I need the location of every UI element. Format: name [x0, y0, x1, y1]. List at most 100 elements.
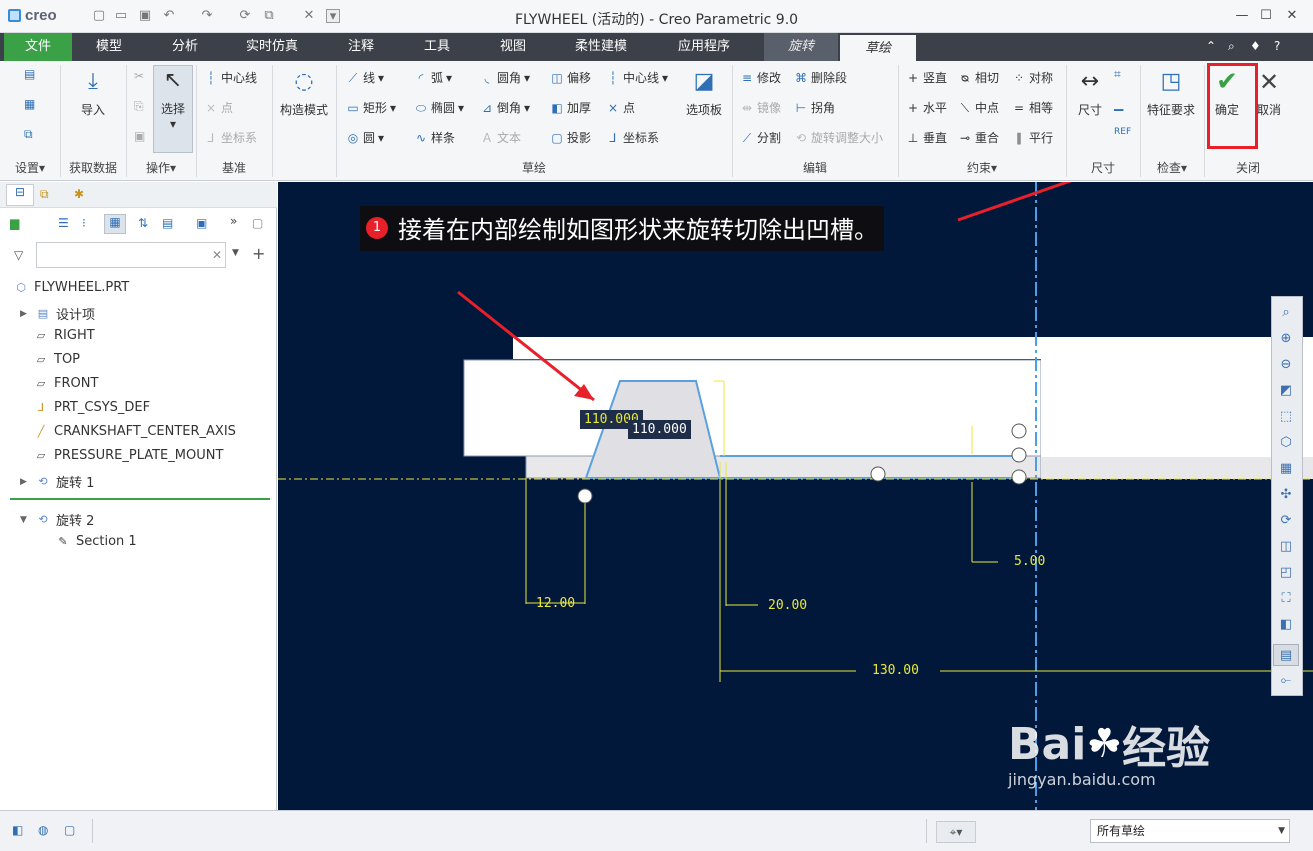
datum-point-button[interactable]: × 点 — [204, 99, 233, 116]
tree-item-csys[interactable]: ⅃ PRT_CSYS_DEF — [34, 400, 150, 415]
tab-applications[interactable]: 应用程序 — [662, 33, 746, 61]
constraint-symbol[interactable] — [1011, 469, 1027, 485]
divide-button[interactable]: ⟋ 分割 — [740, 129, 781, 146]
collapse-ribbon-icon[interactable]: ⌃ — [1206, 39, 1216, 53]
midpoint-button[interactable]: ⟍ 中点 — [958, 99, 999, 116]
add-filter-icon[interactable]: + — [252, 244, 265, 263]
delete-segment-button[interactable]: ⌘ 删除段 — [794, 69, 847, 86]
navigator-toggle-icon[interactable]: ◧ — [12, 823, 23, 837]
reference-icon[interactable]: REF — [1114, 127, 1131, 137]
tab-view[interactable]: 视图 — [484, 33, 542, 61]
import-button[interactable]: ⤓ 导入 — [68, 67, 118, 118]
tab-revolve[interactable]: 旋转 — [764, 33, 838, 61]
paste-icon[interactable]: ▣ — [134, 129, 145, 143]
clear-search-icon[interactable]: ✕ — [212, 248, 222, 262]
tree-filter-icon[interactable]: ⁝ — [82, 216, 86, 230]
palette-button[interactable]: ◪ 选项板 — [680, 67, 728, 118]
dim-label-5[interactable]: 5.00 — [1014, 554, 1045, 569]
sketch-csys-button[interactable]: ⅃ 坐标系 — [606, 129, 659, 146]
symmetric-button[interactable]: ⁘ 对称 — [1012, 69, 1053, 86]
folder-browser-tab-icon[interactable]: ⧉ — [40, 187, 49, 202]
vertical-button[interactable]: + 竖直 — [906, 69, 947, 86]
tree-item-revolve-1[interactable]: ▶ ⟲ 旋转 1 — [20, 472, 94, 491]
fillet-button[interactable]: ◟ 圆角 ▾ — [480, 69, 530, 86]
constraint-symbol[interactable] — [577, 488, 593, 504]
tree-item-section[interactable]: ✎ Section 1 — [56, 534, 136, 549]
find-icon[interactable]: ⌖▾ — [936, 821, 976, 843]
tree-item-front[interactable]: ▱ FRONT — [34, 376, 99, 391]
tree-item-right[interactable]: ▱ RIGHT — [34, 328, 95, 343]
tree-item-plane[interactable]: ▱ PRESSURE_PLATE_MOUNT — [34, 448, 224, 463]
project-button[interactable]: ▢ 投影 — [550, 129, 591, 146]
fullscreen-icon[interactable]: ▢ — [64, 823, 75, 837]
search-dropdown-icon[interactable]: ▼ — [232, 248, 239, 258]
tree-item-part[interactable]: ⬡ FLYWHEEL.PRT — [14, 280, 129, 295]
tree-item-revolve-2[interactable]: ▼ ⟲ 旋转 2 — [20, 510, 94, 529]
tree-item-axis[interactable]: ╱ CRANKSHAFT_CENTER_AXIS — [34, 424, 236, 439]
cancel-button[interactable]: ✕ 取消 — [1252, 67, 1286, 118]
saved-views-icon[interactable]: ⬡ — [1273, 432, 1299, 454]
tab-analysis[interactable]: 分析 — [156, 33, 214, 61]
spin-center-icon[interactable]: ⟳ — [1273, 510, 1299, 532]
ellipse-button[interactable]: ⬭ 椭圆 ▾ — [414, 99, 464, 116]
offset-button[interactable]: ◫ 偏移 — [550, 69, 591, 86]
display-style-icon[interactable]: ⬚ — [1273, 406, 1299, 428]
parallel-button[interactable]: ∥ 平行 — [1012, 129, 1053, 146]
coincident-button[interactable]: ⊸ 重合 — [958, 129, 999, 146]
selection-filter-select[interactable]: 所有草绘 ▼ — [1090, 819, 1290, 843]
sketch-setup-icon[interactable]: ▤ — [24, 67, 35, 81]
dim-label-2[interactable]: 110.000 — [628, 420, 691, 439]
favorites-tab-icon[interactable]: ✱ — [74, 187, 84, 201]
construction-mode-button[interactable]: ◌ 构造模式 — [276, 67, 332, 118]
tree-layers-icon[interactable]: ▤ — [162, 216, 173, 230]
datum-csys-button[interactable]: ⅃ 坐标系 — [204, 129, 257, 146]
group-inspect[interactable]: 检查▾ — [1142, 159, 1202, 176]
perimeter-icon[interactable]: ⌗ — [1114, 67, 1121, 82]
graphics-canvas[interactable]: 110.000 110.000 12.00 20.00 5.00 130.00 … — [278, 182, 1313, 810]
more-icon[interactable]: » — [230, 214, 237, 228]
datum-centerline-button[interactable]: ┆ 中心线 — [204, 69, 257, 86]
chamfer-button[interactable]: ⊿ 倒角 ▾ — [480, 99, 530, 116]
model-tree-tab-icon[interactable]: ⊟ — [6, 184, 34, 206]
refit-icon[interactable]: ⌕ — [1273, 302, 1299, 324]
dim-label-20[interactable]: 20.00 — [768, 598, 807, 613]
zoom-out-icon[interactable]: ⊖ — [1273, 354, 1299, 376]
browser-toggle-icon[interactable]: ◍ — [38, 823, 48, 837]
dim-label-12[interactable]: 12.00 — [536, 596, 575, 611]
datum-display-icon[interactable]: ✣ — [1273, 484, 1299, 506]
insert-indicator[interactable] — [10, 498, 270, 500]
group-operations[interactable]: 操作▾ — [128, 159, 194, 176]
help-icon[interactable]: ? — [1274, 39, 1280, 53]
dim-label-130[interactable]: 130.00 — [872, 663, 919, 678]
tab-model[interactable]: 模型 — [80, 33, 138, 61]
sketch-centerline-button[interactable]: ┆ 中心线 ▾ — [606, 69, 668, 86]
group-settings[interactable]: 设置▾ — [6, 159, 54, 176]
tree-item-top[interactable]: ▱ TOP — [34, 352, 80, 367]
rotate-resize-button[interactable]: ⟲ 旋转调整大小 — [794, 129, 883, 146]
repaint-icon[interactable]: ◩ — [1273, 380, 1299, 402]
tab-flexible-modeling[interactable]: 柔性建模 — [560, 33, 642, 61]
circle-button[interactable]: ◎ 圆 ▾ — [346, 129, 384, 146]
tree-columns-icon[interactable]: ☰ — [58, 216, 69, 230]
tree-search-input[interactable] — [36, 242, 226, 268]
tab-sketch[interactable]: 草绘 — [840, 35, 916, 61]
annotation-display-icon[interactable]: ⛶ — [1273, 588, 1299, 610]
zoom-in-icon[interactable]: ⊕ — [1273, 328, 1299, 350]
sketch-view-icon[interactable]: ⧉ — [24, 127, 33, 142]
cut-icon[interactable]: ✂ — [134, 69, 144, 83]
tree-options-icon[interactable]: ▣ — [196, 216, 207, 230]
community-icon[interactable]: ♦ — [1250, 39, 1261, 53]
tab-annotate[interactable]: 注释 — [330, 33, 392, 61]
text-button[interactable]: A 文本 — [480, 129, 521, 146]
dimension-button[interactable]: ↔ 尺寸 — [1070, 67, 1110, 118]
sketcher-display-icon[interactable]: ▤ — [1273, 644, 1299, 666]
spline-button[interactable]: ∿ 样条 — [414, 129, 455, 146]
line-button[interactable]: ⟋ 线 ▾ — [346, 69, 384, 86]
group-constrain[interactable]: 约束▾ — [900, 159, 1064, 176]
maximize-icon[interactable]: ☐ — [1254, 6, 1278, 26]
sketch-view-icon[interactable]: ◧ — [1273, 614, 1299, 636]
show-icon[interactable]: ▆ — [10, 216, 19, 230]
tree-sort-icon[interactable]: ⇅ — [138, 216, 148, 230]
tab-live-simulation[interactable]: 实时仿真 — [232, 33, 312, 61]
tab-file[interactable]: 文件 — [4, 33, 72, 61]
